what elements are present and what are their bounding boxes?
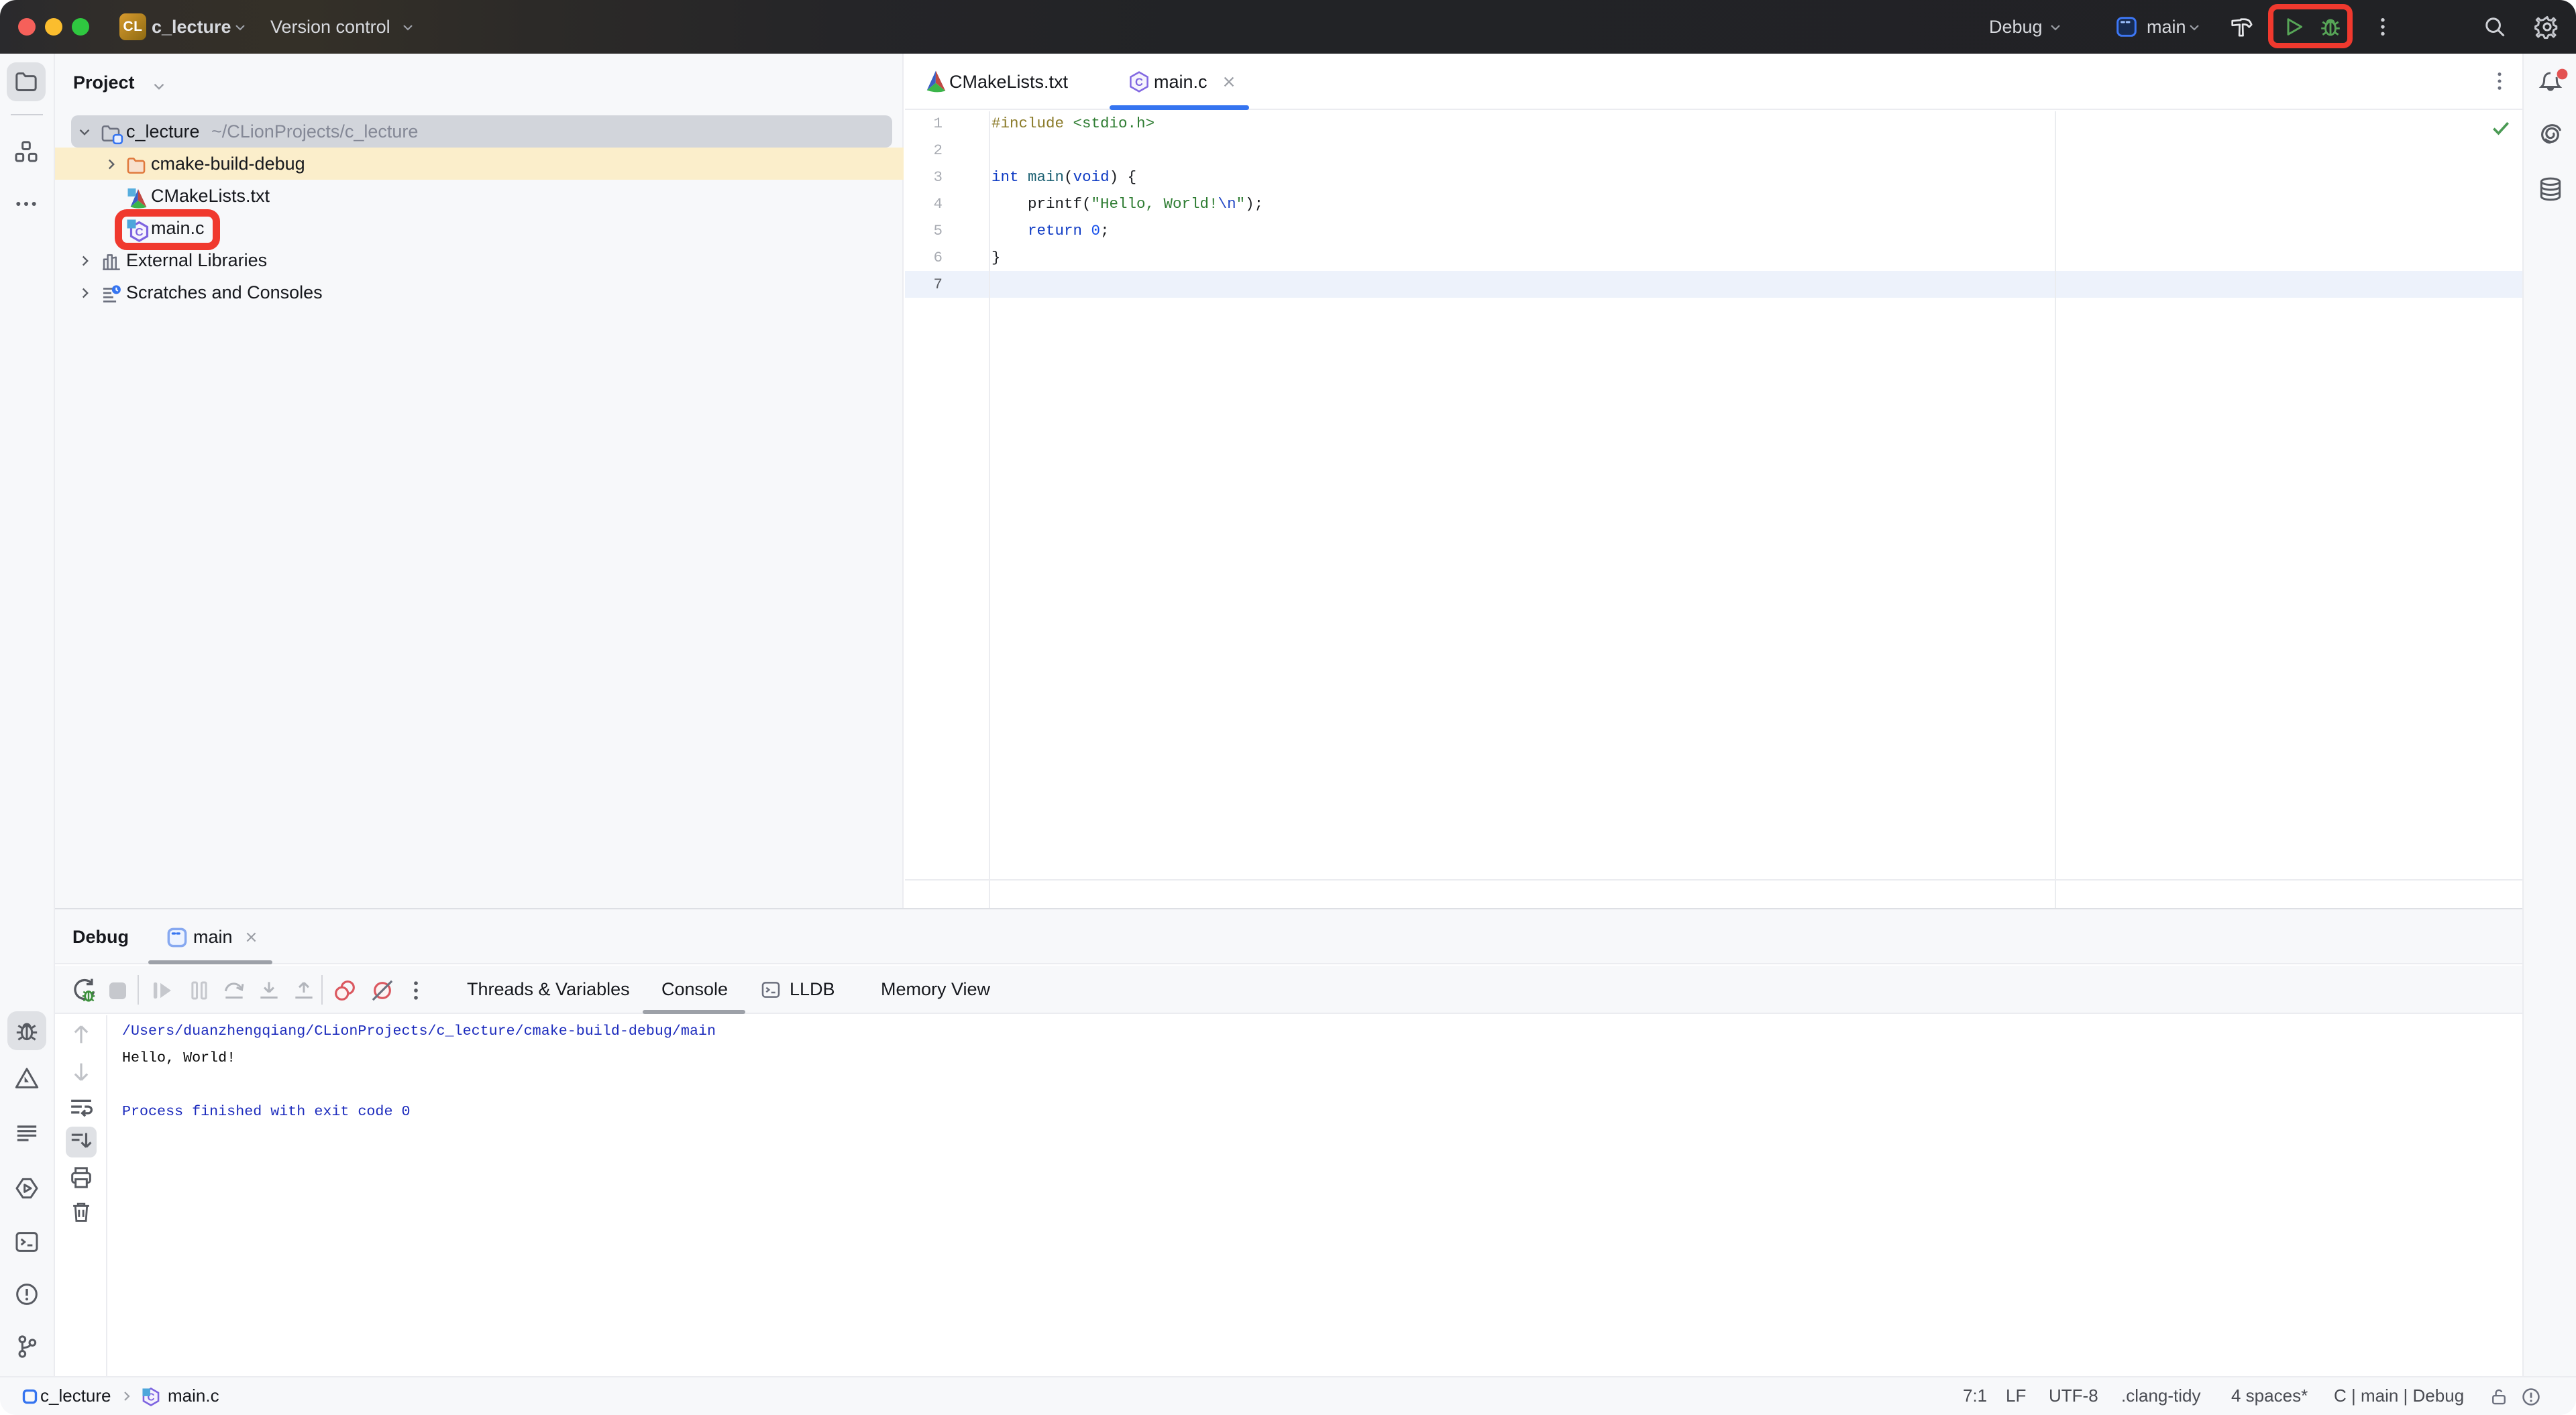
svg-text:C: C bbox=[1135, 76, 1143, 89]
svg-text:C: C bbox=[135, 226, 143, 239]
